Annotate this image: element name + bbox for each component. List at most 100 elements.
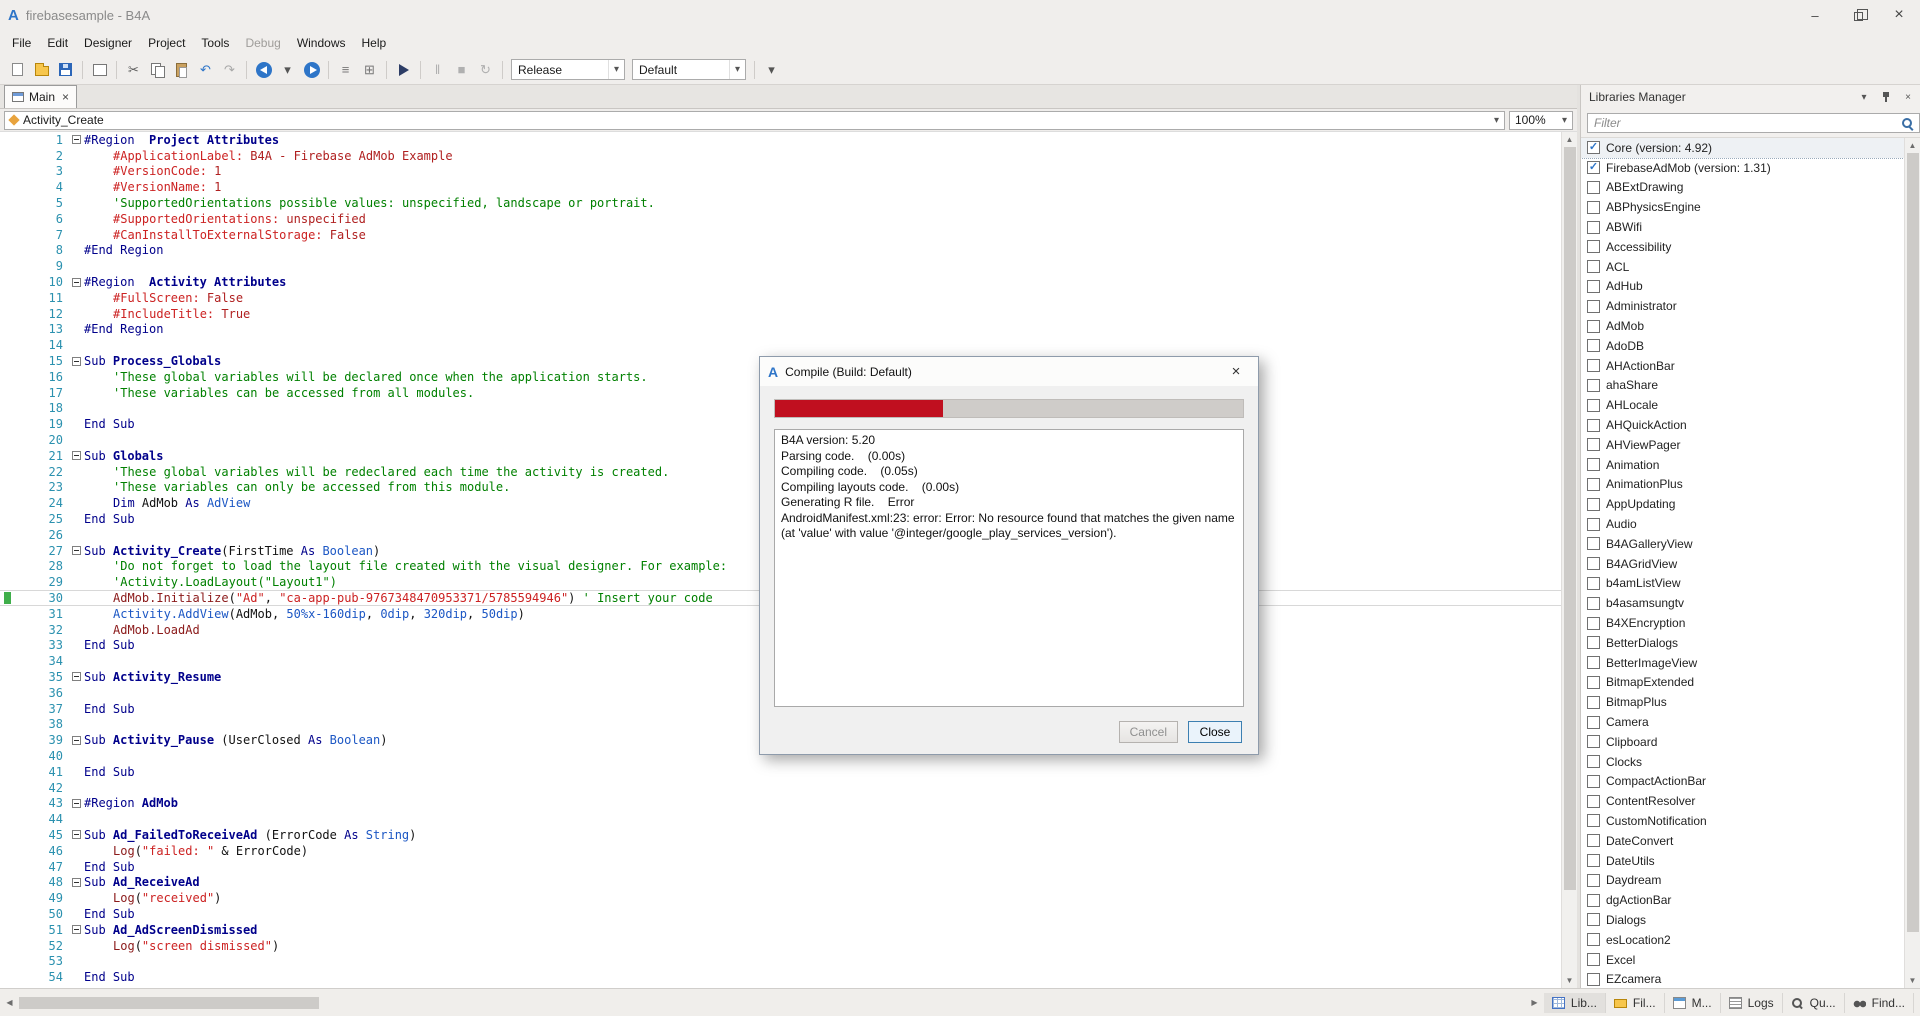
library-checkbox[interactable] (1587, 478, 1600, 491)
panel-tab-files[interactable]: Fil... (1606, 993, 1665, 1013)
fold-toggle-icon[interactable] (72, 925, 81, 934)
fold-toggle-icon[interactable] (72, 736, 81, 745)
library-checkbox[interactable] (1587, 458, 1600, 471)
fold-toggle-icon[interactable] (72, 451, 81, 460)
library-item[interactable]: AnimationPlus (1581, 475, 1904, 495)
filter-input[interactable] (1587, 113, 1920, 133)
library-item[interactable]: Dialogs (1581, 910, 1904, 930)
library-checkbox[interactable] (1587, 201, 1600, 214)
editor-hscrollbar[interactable]: ◀ ▶ (0, 989, 1544, 1016)
scroll-left-icon[interactable]: ◀ (2, 996, 17, 1010)
panel-menu-chevron-icon[interactable]: ▾ (1856, 89, 1872, 105)
library-checkbox[interactable] (1587, 834, 1600, 847)
undo-icon[interactable]: ↶ (194, 58, 217, 81)
panel-tab-find-references[interactable]: Find... (1845, 993, 1914, 1013)
library-item[interactable]: AdHub (1581, 277, 1904, 297)
panel-tab-modules[interactable]: M... (1665, 993, 1721, 1013)
library-item[interactable]: AHLocale (1581, 395, 1904, 415)
library-item[interactable]: AdoDB (1581, 336, 1904, 356)
library-item[interactable]: DateConvert (1581, 831, 1904, 851)
library-checkbox[interactable] (1587, 399, 1600, 412)
member-dropdown[interactable]: Activity_Create ▾ (4, 111, 1505, 130)
menu-file[interactable]: File (4, 33, 39, 53)
code-line[interactable]: 43#Region AdMob (0, 795, 1561, 811)
library-checkbox[interactable] (1587, 379, 1600, 392)
library-checkbox[interactable] (1587, 735, 1600, 748)
library-item[interactable]: ahaShare (1581, 376, 1904, 396)
library-item[interactable]: ABWifi (1581, 217, 1904, 237)
code-line[interactable]: 47End Sub (0, 859, 1561, 875)
library-checkbox[interactable] (1587, 636, 1600, 649)
editor-scrollbar[interactable]: ▲ ▼ (1561, 132, 1577, 988)
library-item[interactable]: ✓Core (version: 4.92) (1581, 138, 1904, 158)
code-line[interactable]: 13#End Region (0, 322, 1561, 338)
library-checkbox[interactable] (1587, 181, 1600, 194)
library-checkbox[interactable]: ✓ (1587, 141, 1600, 154)
code-line[interactable]: 45Sub Ad_FailedToReceiveAd (ErrorCode As… (0, 827, 1561, 843)
library-item[interactable]: CustomNotification (1581, 811, 1904, 831)
library-item[interactable]: CompactActionBar (1581, 772, 1904, 792)
rebuild-icon[interactable]: ↻ (474, 58, 497, 81)
menu-project[interactable]: Project (140, 33, 193, 53)
menu-help[interactable]: Help (354, 33, 395, 53)
library-checkbox[interactable] (1587, 498, 1600, 511)
toolbar-overflow-icon[interactable]: ▾ (760, 58, 783, 81)
toolbar-combo-build-configuration[interactable]: Release▾ (511, 59, 625, 80)
redo-icon[interactable]: ↷ (218, 58, 241, 81)
open-project-icon[interactable] (30, 58, 53, 81)
code-line[interactable]: 2#ApplicationLabel: B4A - Firebase AdMob… (0, 148, 1561, 164)
library-item[interactable]: B4AGalleryView (1581, 534, 1904, 554)
library-item[interactable]: BetterDialogs (1581, 633, 1904, 653)
navigate-forward-icon[interactable] (300, 58, 323, 81)
code-line[interactable]: 51Sub Ad_AdScreenDismissed (0, 922, 1561, 938)
library-checkbox[interactable] (1587, 755, 1600, 768)
library-item[interactable]: b4amListView (1581, 574, 1904, 594)
code-line[interactable]: 41End Sub (0, 764, 1561, 780)
library-checkbox[interactable] (1587, 577, 1600, 590)
hscroll-track[interactable] (17, 996, 1527, 1010)
fold-toggle-icon[interactable] (72, 830, 81, 839)
cancel-button[interactable]: Cancel (1119, 721, 1178, 743)
hscroll-thumb[interactable] (19, 997, 319, 1009)
library-checkbox[interactable] (1587, 438, 1600, 451)
library-checkbox[interactable] (1587, 775, 1600, 788)
panel-close-icon[interactable]: × (1900, 89, 1916, 105)
library-item[interactable]: BitmapPlus (1581, 692, 1904, 712)
libraries-scrollbar-track[interactable] (1905, 153, 1920, 973)
chevron-down-icon[interactable]: ▾ (729, 60, 745, 79)
library-item[interactable]: AppUpdating (1581, 494, 1904, 514)
editor-scrollbar-thumb[interactable] (1564, 147, 1576, 890)
dialog-close-icon[interactable]: × (1222, 363, 1250, 380)
library-item[interactable]: Administrator (1581, 296, 1904, 316)
minimize-button[interactable]: – (1794, 0, 1836, 30)
library-checkbox[interactable] (1587, 359, 1600, 372)
save-icon[interactable] (54, 58, 77, 81)
fold-toggle-icon[interactable] (72, 357, 81, 366)
pin-icon[interactable] (1878, 89, 1894, 105)
paste-icon[interactable] (170, 58, 193, 81)
library-item[interactable]: BitmapExtended (1581, 673, 1904, 693)
library-checkbox[interactable] (1587, 597, 1600, 610)
library-item[interactable]: ACL (1581, 257, 1904, 277)
library-checkbox[interactable] (1587, 696, 1600, 709)
library-item[interactable]: Animation (1581, 455, 1904, 475)
panel-tab-logs[interactable]: Logs (1721, 993, 1783, 1013)
library-checkbox[interactable] (1587, 716, 1600, 729)
library-checkbox[interactable] (1587, 320, 1600, 333)
navigate-back-icon[interactable] (252, 58, 275, 81)
menu-tools[interactable]: Tools (193, 33, 237, 53)
library-item[interactable]: Excel (1581, 950, 1904, 970)
library-item[interactable]: Clocks (1581, 752, 1904, 772)
fold-toggle-icon[interactable] (72, 135, 81, 144)
library-item[interactable]: Audio (1581, 514, 1904, 534)
library-checkbox[interactable] (1587, 518, 1600, 531)
library-checkbox[interactable] (1587, 973, 1600, 986)
window-close-button[interactable]: × (1878, 0, 1920, 30)
new-file-icon[interactable] (6, 58, 29, 81)
library-item[interactable]: AHViewPager (1581, 435, 1904, 455)
editor-scrollbar-track[interactable] (1562, 147, 1577, 973)
toolbar-combo-conditional-symbols[interactable]: Default▾ (632, 59, 746, 80)
library-checkbox[interactable] (1587, 557, 1600, 570)
library-item[interactable]: B4AGridView (1581, 554, 1904, 574)
code-line[interactable]: 48Sub Ad_ReceiveAd (0, 874, 1561, 890)
